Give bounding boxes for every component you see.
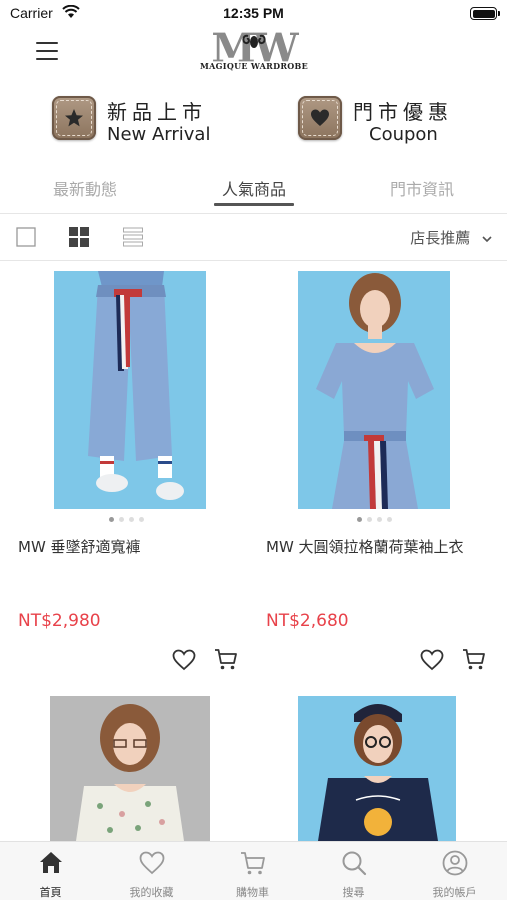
- bottom-tab-bar: 首頁 我的收藏 購物車 搜尋 我的帳戶: [0, 841, 507, 900]
- image-pager-dots: [0, 517, 253, 522]
- tab-store-info[interactable]: 門市資訊: [362, 176, 482, 200]
- nav-search[interactable]: 搜尋: [303, 842, 404, 900]
- toolbar-divider: [0, 260, 507, 261]
- nav-home[interactable]: 首頁: [0, 842, 101, 900]
- nav-home-label: 首頁: [39, 886, 62, 899]
- nav-cart-label: 購物車: [236, 886, 269, 899]
- menu-button[interactable]: [36, 42, 58, 60]
- active-tab-indicator: [214, 203, 294, 206]
- wide-pants-illustration: [54, 271, 206, 509]
- product-name[interactable]: MW 大圓領拉格蘭荷葉袖上衣: [266, 536, 464, 557]
- coupon-shortcut[interactable]: 門市優惠 Coupon: [298, 94, 478, 150]
- product-image[interactable]: [298, 271, 450, 509]
- coupon-label-zh: 門市優惠: [353, 100, 453, 124]
- account-icon: [442, 850, 468, 876]
- cart-icon: [241, 852, 265, 875]
- favorite-heart-icon[interactable]: [172, 649, 196, 671]
- grid-view-icon[interactable]: [69, 227, 89, 247]
- logo-subtext: MAGIQUE WARDROBE: [192, 61, 316, 71]
- favorite-heart-icon[interactable]: [420, 649, 444, 671]
- sort-dropdown[interactable]: 店長推薦: [410, 227, 493, 248]
- nav-cart[interactable]: 購物車: [202, 842, 303, 900]
- battery-icon: [470, 7, 500, 20]
- nav-account-label: 我的帳戶: [432, 886, 477, 899]
- nav-favorites[interactable]: 我的收藏: [101, 842, 202, 900]
- add-to-cart-icon[interactable]: [462, 647, 486, 671]
- tab-latest-news[interactable]: 最新動態: [25, 176, 145, 200]
- product-name[interactable]: MW 垂墜舒適寬褲: [18, 536, 141, 557]
- graphic-tee-illustration: [298, 696, 456, 841]
- home-icon: [40, 852, 62, 873]
- nav-account[interactable]: 我的帳戶: [404, 842, 505, 900]
- brand-logo: MW MAGIQUE WARDROBE: [192, 27, 316, 74]
- nav-search-label: 搜尋: [342, 886, 365, 899]
- add-to-cart-icon[interactable]: [214, 647, 238, 671]
- product-price: NT$2,680: [266, 611, 349, 631]
- image-pager-dots: [248, 517, 501, 522]
- new-arrival-label-zh: 新品上市: [107, 100, 207, 124]
- heart-icon: [139, 851, 165, 875]
- heart-badge-icon: [298, 96, 342, 140]
- new-arrival-shortcut[interactable]: 新品上市 New Arrival: [52, 94, 232, 150]
- search-icon: [342, 851, 367, 876]
- status-time: 12:35 PM: [223, 5, 284, 21]
- product-image[interactable]: [50, 696, 210, 841]
- coupon-label-en: Coupon: [369, 124, 438, 145]
- list-view-icon[interactable]: [123, 227, 143, 247]
- tab-popular-products[interactable]: 人氣商品: [194, 176, 314, 200]
- new-arrival-label-en: New Arrival: [107, 124, 211, 145]
- chevron-down-icon: [482, 235, 492, 242]
- floral-top-illustration: [50, 696, 210, 841]
- ram-icon: [242, 34, 266, 48]
- star-badge-icon: [52, 96, 96, 140]
- single-view-icon[interactable]: [16, 227, 36, 247]
- category-tabs: 最新動態 人氣商品 門市資訊: [0, 172, 507, 212]
- nav-favorites-label: 我的收藏: [129, 886, 174, 899]
- product-image[interactable]: [298, 696, 456, 841]
- product-price: NT$2,980: [18, 611, 101, 631]
- status-bar: Carrier 12:35 PM: [0, 0, 507, 26]
- ruffle-top-illustration: [298, 271, 450, 509]
- sort-label: 店長推薦: [410, 229, 471, 247]
- view-toolbar: 店長推薦: [0, 214, 507, 260]
- product-image[interactable]: [54, 271, 206, 509]
